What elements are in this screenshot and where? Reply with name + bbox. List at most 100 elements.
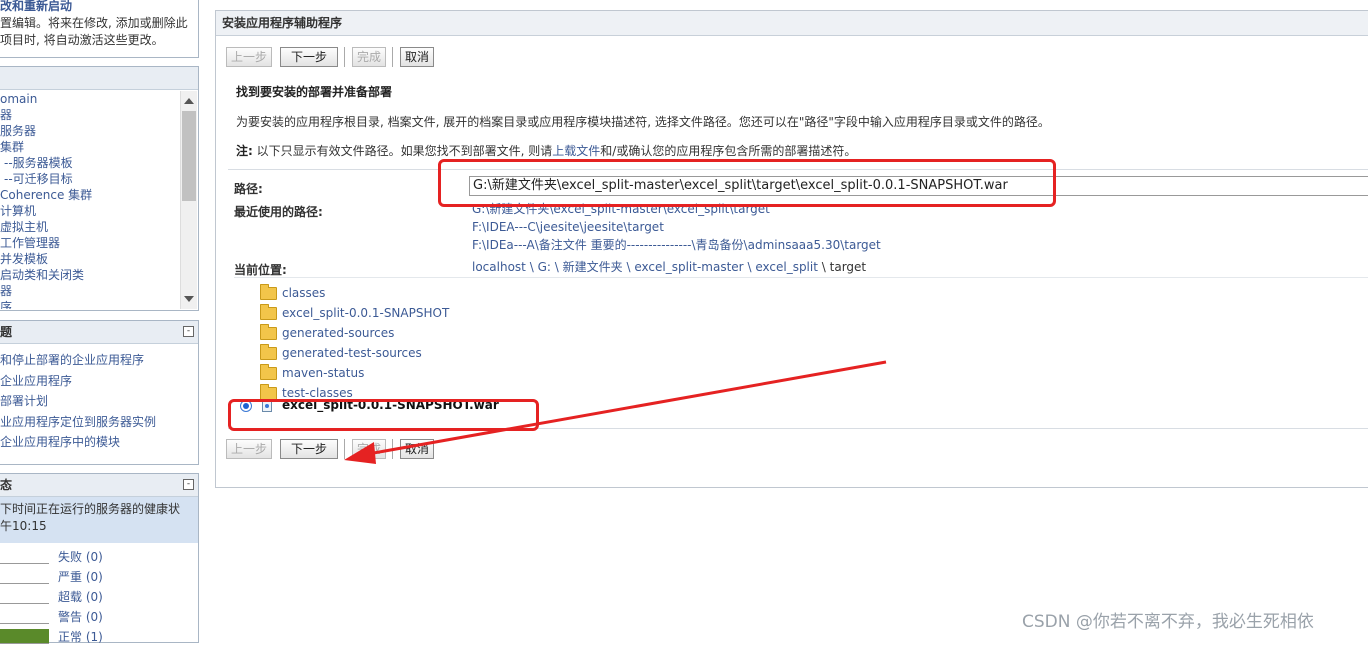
tree-item[interactable]: 器 (0, 107, 178, 123)
howto-link[interactable]: 和停止部署的企业应用程序 (0, 350, 198, 371)
folder-link[interactable]: excel_split-0.0.1-SNAPSHOT (282, 303, 449, 323)
watermark: CSDN @你若不离不弃，我必生死相依 (1022, 612, 1314, 632)
note-label: 注: (236, 144, 253, 158)
folder-icon (260, 324, 277, 340)
domain-structure-header (0, 67, 198, 90)
annotation-box-path (438, 159, 1056, 207)
status-link[interactable]: 超载 (0) (58, 588, 103, 605)
recent-path-link[interactable]: F:\IDEA---C\jeesite\jeesite\target (472, 218, 881, 236)
status-link[interactable]: 失败 (0) (58, 548, 103, 565)
status-bar (0, 609, 49, 624)
how-do-i-header: 题 - (0, 321, 198, 344)
tree-item[interactable]: 器 (0, 283, 178, 299)
breadcrumb-current: target (829, 260, 867, 274)
folder-icon (260, 304, 277, 320)
tree-item[interactable]: 序 (0, 299, 178, 309)
status-row-critical: 严重 (0) (0, 566, 199, 586)
status-row-overloaded: 超载 (0) (0, 586, 199, 606)
section-title: 找到要安装的部署并准备部署 (236, 85, 393, 99)
status-link[interactable]: 警告 (0) (58, 608, 103, 625)
change-center-help-box: 改和重新启动 置编辑。将来在修改, 添加或删除此 项目时, 将自动激活这些更改。 (0, 0, 199, 58)
locate-deployment-section: 找到要安装的部署并准备部署 为要安装的应用程序根目录, 档案文件, 展开的档案目… (236, 83, 1356, 159)
left-column: 改和重新启动 置编辑。将来在修改, 添加或删除此 项目时, 将自动激活这些更改。… (0, 0, 200, 644)
status-row-ok: 正常 (1) (0, 626, 199, 646)
breadcrumb-link[interactable]: 新建文件夹 (563, 260, 623, 274)
path-label: 路径: (234, 182, 263, 196)
how-do-i-title: 题 (0, 325, 13, 339)
folder-icon (260, 364, 277, 380)
annotation-arrow (344, 360, 887, 464)
section-description: 为要安装的应用程序根目录, 档案文件, 展开的档案目录或应用程序模块描述符, 选… (236, 115, 1050, 129)
recent-paths-list: G:\新建文件夹\excel_split-master\excel_split\… (472, 200, 881, 254)
scroll-up-icon[interactable] (184, 98, 194, 104)
breadcrumb: localhost \ G: \ 新建文件夹 \ excel_split-mas… (472, 258, 866, 275)
howto-link[interactable]: 部署计划 (0, 391, 198, 412)
breadcrumb-link[interactable]: excel_split (755, 260, 818, 274)
status-link[interactable]: 正常 (1) (58, 628, 103, 645)
status-link[interactable]: 严重 (0) (58, 568, 103, 585)
folder-icon (260, 344, 277, 360)
system-status-box: 态 - 下时间正在运行的服务器的健康状 午10:15 失败 (0) 严重 (0)… (0, 473, 199, 646)
collapse-icon[interactable]: - (183, 326, 194, 337)
scroll-down-icon[interactable] (184, 296, 194, 302)
system-status-title: 态 (0, 478, 13, 492)
help-text-line-2: 项目时, 将自动激活这些更改。 (0, 33, 164, 47)
status-desc-line-1: 下时间正在运行的服务器的健康状 (0, 502, 181, 516)
note-text: 和/或确认您的应用程序包含所需的部署描述符。 (600, 144, 857, 158)
tree-item[interactable]: 计算机 (0, 203, 178, 219)
panel-title: 安装应用程序辅助程序 (216, 11, 1368, 36)
upload-file-link[interactable]: 上载文件 (552, 144, 600, 158)
breadcrumb-link[interactable]: localhost (472, 260, 526, 274)
status-bar (0, 589, 49, 604)
note-text: 以下只显示有效文件路径。如果您找不到部署文件, 则请 (256, 144, 553, 158)
folder-icon (260, 284, 277, 300)
next-button[interactable]: 下一步 (280, 47, 338, 67)
howto-link[interactable]: 企业应用程序中的模块 (0, 432, 198, 453)
breadcrumb-separator: \ (554, 260, 559, 274)
tree-item[interactable]: 启动类和关闭类 (0, 267, 178, 283)
status-row-failed: 失败 (0) (0, 546, 199, 566)
divider (234, 277, 1368, 278)
back-button[interactable]: 上一步 (226, 47, 272, 67)
howto-link[interactable]: 业应用程序定位到服务器实例 (0, 412, 198, 433)
scroll-thumb[interactable] (182, 111, 196, 201)
folder-link[interactable]: classes (282, 283, 325, 303)
status-row-warning: 警告 (0) (0, 606, 199, 626)
cancel-button[interactable]: 取消 (400, 47, 434, 67)
tree-item[interactable]: 并发模板 (0, 251, 178, 267)
tree-item[interactable]: --可迁移目标 (0, 171, 178, 187)
tree-item[interactable]: 虚拟主机 (0, 219, 178, 235)
arrow-head (344, 442, 376, 464)
breadcrumb-link[interactable]: G: (538, 260, 551, 274)
back-button[interactable]: 上一步 (226, 439, 272, 459)
breadcrumb-link[interactable]: excel_split-master (634, 260, 743, 274)
button-separator (344, 47, 345, 67)
tree-item[interactable]: 工作管理器 (0, 235, 178, 251)
howto-link[interactable]: 企业应用程序 (0, 371, 198, 392)
breadcrumb-separator: \ (747, 260, 752, 274)
help-text-line-1: 置编辑。将来在修改, 添加或删除此 (0, 16, 188, 30)
tree-item[interactable]: 服务器 (0, 123, 178, 139)
folder-link[interactable]: generated-sources (282, 323, 394, 343)
tree-item[interactable]: Coherence 集群 (0, 187, 178, 203)
domain-tree: omain 器 服务器 集群 --服务器模板 --可迁移目标 Coherence… (0, 91, 178, 309)
breadcrumb-separator: \ (626, 260, 631, 274)
system-status-header: 态 - (0, 474, 198, 497)
recent-paths-label: 最近使用的路径: (234, 205, 323, 219)
tree-item[interactable]: omain (0, 91, 178, 107)
help-title: 改和重新启动 (0, 0, 73, 13)
breadcrumb-separator: \ (529, 260, 534, 274)
recent-path-link[interactable]: F:\IDEa---A\备注文件 重要的---------------\青岛备份… (472, 236, 881, 254)
tree-scrollbar[interactable] (180, 91, 197, 309)
tree-item[interactable]: 集群 (0, 139, 178, 155)
how-do-i-box: 题 - 和停止部署的企业应用程序 企业应用程序 部署计划 业应用程序定位到服务器… (0, 320, 199, 465)
status-desc-line-2: 午10:15 (0, 519, 47, 533)
section-note: 注: 以下只显示有效文件路径。如果您找不到部署文件, 则请上载文件和/或确认您的… (236, 142, 1356, 159)
finish-button[interactable]: 完成 (352, 47, 386, 67)
domain-structure-box: omain 器 服务器 集群 --服务器模板 --可迁移目标 Coherence… (0, 66, 199, 311)
button-separator (392, 47, 393, 67)
tree-item[interactable]: --服务器模板 (0, 155, 178, 171)
current-location-label: 当前位置: (234, 263, 287, 277)
status-bar (0, 549, 49, 564)
collapse-icon[interactable]: - (183, 479, 194, 490)
